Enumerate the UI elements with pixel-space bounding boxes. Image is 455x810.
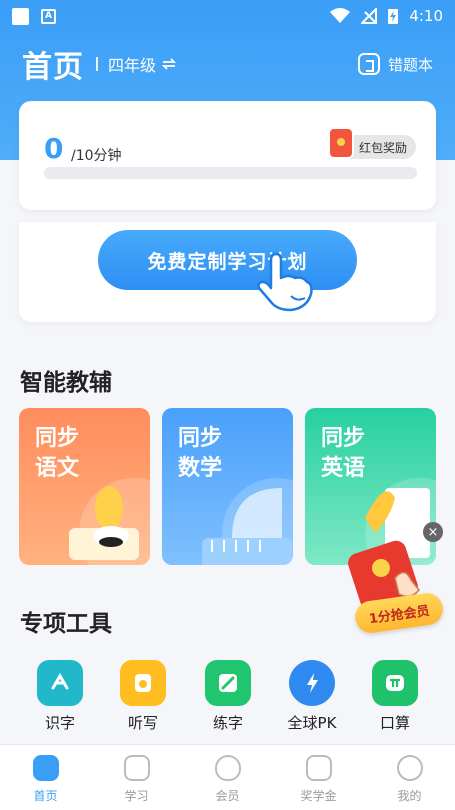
- plan-card: 免费定制学习计划: [19, 222, 436, 322]
- tool-label: 听写: [127, 714, 158, 732]
- swap-arrows-icon: [162, 58, 177, 70]
- tool-label: 口算: [379, 714, 410, 732]
- progress-unit: /10分钟: [71, 148, 122, 164]
- page-title: 首页: [22, 50, 84, 85]
- progress-track: [44, 167, 417, 179]
- bottom-tab-bar: 首页 学习 会员 奖学金 我的: [0, 744, 455, 810]
- tab-profile[interactable]: 我的: [364, 745, 455, 810]
- study-progress-card[interactable]: 0 /10分钟 红包奖励: [19, 101, 436, 210]
- notification-icon: [12, 7, 29, 25]
- tab-home[interactable]: 首页: [0, 745, 91, 810]
- wifi-icon: [330, 8, 351, 23]
- scroll-book-icon: [37, 660, 83, 706]
- brush-ink-icon: [69, 486, 139, 560]
- tool-global-pk[interactable]: 全球PK: [272, 660, 352, 733]
- tool-dictation[interactable]: 听写: [103, 660, 183, 733]
- wrong-book-button[interactable]: 错题本: [357, 53, 433, 75]
- status-bar: A 4:10: [0, 0, 455, 32]
- wrong-book-label: 错题本: [387, 55, 433, 74]
- scholarship-bag-icon: [305, 755, 332, 781]
- tool-mental-math[interactable]: 口算: [355, 660, 435, 733]
- special-tools-title: 专项工具: [20, 611, 112, 637]
- tab-study[interactable]: 学习: [91, 745, 182, 810]
- battery-charging-icon: [388, 9, 399, 24]
- tool-handwriting[interactable]: 练字: [188, 660, 268, 733]
- globe-lightning-icon: [289, 660, 335, 706]
- reward-label: 红包奖励: [359, 140, 408, 155]
- study-icon: [123, 755, 150, 781]
- no-signal-icon: [361, 8, 378, 24]
- status-time: 4:10: [409, 7, 443, 25]
- free-plan-button[interactable]: 免费定制学习计划: [98, 230, 357, 290]
- home-icon: [32, 755, 59, 781]
- top-header: 首页 四年级 错题本: [0, 36, 455, 92]
- tab-scholarship[interactable]: 奖学金: [273, 745, 364, 810]
- tab-label: 首页: [33, 789, 58, 803]
- member-heart-icon: [214, 755, 241, 781]
- tab-member[interactable]: 会员: [182, 745, 273, 810]
- tool-label: 全球PK: [287, 714, 337, 732]
- tab-label: 学习: [124, 789, 149, 803]
- grade-label: 四年级: [108, 56, 157, 75]
- ruler-protractor-icon: [202, 488, 292, 565]
- sync-math-card[interactable]: 同步 数学: [162, 408, 293, 565]
- red-envelope-icon: [328, 127, 354, 159]
- pen-writing-icon: [205, 660, 251, 706]
- notebook-icon: [357, 53, 380, 75]
- card-title-line1: 同步: [178, 426, 223, 451]
- app-notification-icon: A: [41, 8, 56, 24]
- card-title-line1: 同步: [321, 426, 366, 451]
- tab-label: 我的: [397, 789, 422, 803]
- sync-chinese-card[interactable]: 同步 语文: [19, 408, 150, 565]
- progress-value: 0: [44, 132, 64, 165]
- tab-label: 奖学金: [300, 789, 337, 803]
- card-title-line1: 同步: [35, 426, 80, 451]
- tools-row: 识字 听写 练字 全球PK 口算: [0, 660, 455, 740]
- grade-switcher[interactable]: 四年级: [108, 52, 177, 76]
- tool-literacy[interactable]: 识字: [20, 660, 100, 733]
- tool-label: 识字: [44, 714, 75, 732]
- smart-tutor-title: 智能教辅: [20, 370, 112, 396]
- tool-label: 练字: [212, 714, 243, 732]
- title-divider: [96, 57, 98, 71]
- headphone-doc-icon: [120, 660, 166, 706]
- profile-face-icon: [396, 755, 423, 781]
- tab-label: 会员: [215, 789, 240, 803]
- pi-calculator-icon: [372, 660, 418, 706]
- pointing-hand-icon: [257, 252, 313, 312]
